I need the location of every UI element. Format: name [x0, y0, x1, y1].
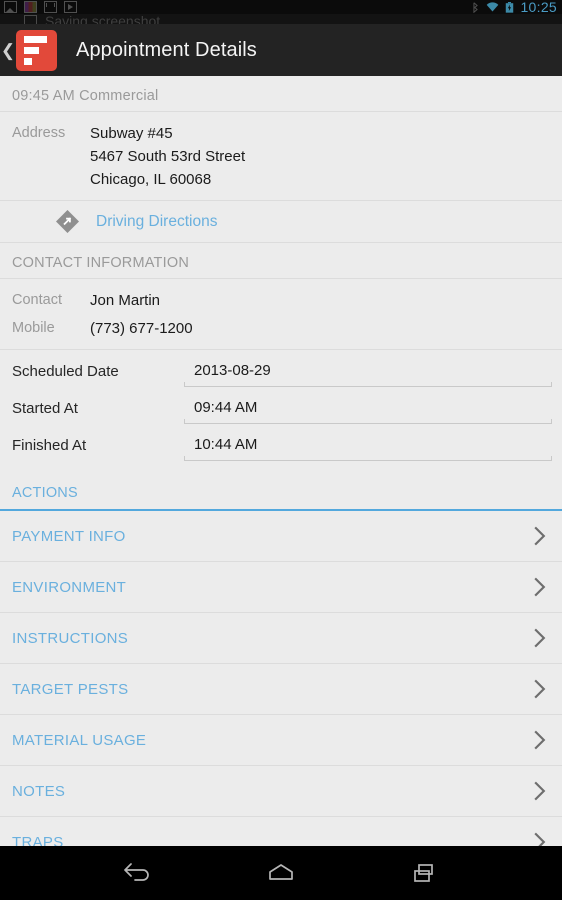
action-row-material-usage[interactable]: MATERIAL USAGE	[0, 715, 562, 766]
gallery-icon	[24, 1, 37, 13]
appointment-details-scroll[interactable]: 09:45 AM Commercial Address Subway #45 5…	[0, 76, 562, 846]
address-block: Address Subway #45 5467 South 53rd Stree…	[0, 112, 562, 201]
back-chevron-icon[interactable]: ❮	[1, 42, 15, 59]
logo-bar-1	[24, 35, 47, 43]
finished-at-row: Finished At	[0, 424, 562, 461]
contact-information-header: CONTACT INFORMATION	[0, 243, 562, 279]
android-status-bar[interactable]: 10:25	[0, 0, 562, 14]
mobile-label: Mobile	[12, 320, 55, 336]
driving-directions-label: Driving Directions	[96, 212, 218, 230]
play-icon	[64, 1, 77, 13]
started-at-row: Started At	[0, 387, 562, 424]
logo-bar-2	[24, 46, 39, 54]
mobile-row: Mobile (773) 677-1200	[12, 317, 550, 340]
nav-recents-icon[interactable]	[402, 854, 448, 892]
driving-directions-row[interactable]: Driving Directions	[0, 201, 562, 243]
android-navigation-bar	[0, 846, 562, 900]
action-row-environment[interactable]: ENVIRONMENT	[0, 562, 562, 613]
scheduled-date-input[interactable]	[184, 356, 552, 387]
action-row-traps[interactable]: TRAPS	[0, 817, 562, 846]
action-row-payment-info[interactable]: PAYMENT INFO	[0, 511, 562, 562]
contact-name-value: Jon Martin	[90, 292, 161, 309]
chevron-right-icon	[534, 526, 546, 546]
action-label: INSTRUCTIONS	[12, 629, 129, 647]
action-label: MATERIAL USAGE	[12, 731, 147, 749]
address-values: Subway #45 5467 South 53rd Street Chicag…	[90, 122, 550, 191]
photo-icon	[4, 1, 17, 13]
wifi-icon	[487, 2, 499, 12]
app-action-bar: ❮ Appointment Details	[0, 24, 562, 76]
finished-at-input[interactable]	[184, 430, 552, 461]
contact-block: Contact Jon Martin Mobile (773) 677-1200	[0, 279, 562, 350]
battery-icon	[506, 1, 514, 13]
started-at-input[interactable]	[184, 393, 552, 424]
chevron-right-icon	[534, 832, 546, 846]
contact-row: Contact Jon Martin	[12, 289, 550, 312]
chevron-right-icon	[534, 628, 546, 648]
address-row: Address Subway #45 5467 South 53rd Stree…	[12, 122, 550, 191]
action-label: TRAPS	[12, 833, 64, 847]
scheduled-date-label: Scheduled Date	[12, 363, 119, 380]
status-notification-icons	[0, 1, 77, 13]
mail-icon	[44, 1, 57, 13]
status-right-cluster: 10:25	[471, 0, 562, 14]
nav-home-icon[interactable]	[258, 854, 304, 892]
mobile-value[interactable]: (773) 677-1200	[90, 317, 550, 340]
actions-header: ACTIONS	[0, 473, 562, 511]
nav-back-icon[interactable]	[114, 854, 160, 892]
action-row-target-pests[interactable]: TARGET PESTS	[0, 664, 562, 715]
chevron-right-icon	[534, 679, 546, 699]
action-label: TARGET PESTS	[12, 680, 129, 698]
address-label: Address	[12, 125, 66, 141]
status-clock: 10:25	[520, 0, 557, 15]
address-line: Chicago, IL 60068	[90, 171, 212, 188]
action-label: NOTES	[12, 782, 66, 800]
chevron-right-icon	[534, 781, 546, 801]
started-at-label: Started At	[12, 400, 78, 417]
appointment-summary: 09:45 AM Commercial	[0, 76, 562, 112]
logo-bar-3	[24, 57, 32, 65]
navigation-diamond-icon	[55, 209, 80, 234]
finished-at-label: Finished At	[12, 437, 87, 454]
page-title: Appointment Details	[76, 38, 257, 61]
chevron-right-icon	[534, 577, 546, 597]
bluetooth-icon	[473, 1, 479, 13]
action-label: PAYMENT INFO	[12, 527, 126, 545]
contact-name-label: Contact	[12, 292, 62, 308]
action-row-instructions[interactable]: INSTRUCTIONS	[0, 613, 562, 664]
address-line: 5467 South 53rd Street	[90, 148, 246, 165]
app-logo-icon[interactable]	[16, 29, 57, 71]
scheduled-date-row: Scheduled Date	[0, 350, 562, 387]
chevron-right-icon	[534, 730, 546, 750]
address-line: Subway #45	[90, 125, 173, 142]
appointment-fields: Scheduled Date Started At Finished At	[0, 350, 562, 473]
action-label: ENVIRONMENT	[12, 578, 127, 596]
action-row-notes[interactable]: NOTES	[0, 766, 562, 817]
